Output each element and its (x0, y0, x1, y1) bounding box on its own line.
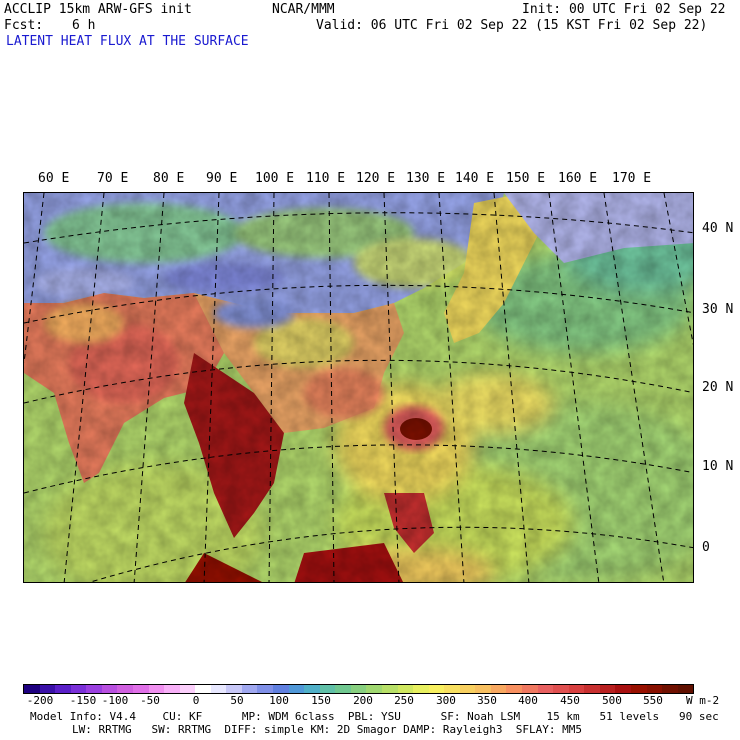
colorbar-tick-label: 0 (192, 694, 200, 707)
colorbar-swatch (630, 685, 647, 693)
colorbar-tick-label: 100 (269, 694, 289, 707)
colorbar-swatch (397, 685, 414, 693)
colorbar-tick-label: 500 (602, 694, 622, 707)
longitude-label: 120 E (356, 171, 396, 186)
forecast-hour: 6 h (72, 18, 96, 33)
colorbar-swatch (273, 685, 289, 693)
colorbar-swatch (599, 685, 616, 693)
colorbar (23, 684, 694, 694)
colorbar-tick-label: 350 (477, 694, 497, 707)
colorbar-swatch (304, 685, 320, 693)
colorbar-swatch (444, 685, 460, 693)
longitude-label: 170 E (612, 171, 652, 186)
latitude-label: 0 (702, 540, 710, 555)
colorbar-swatch (428, 685, 445, 693)
field-title: LATENT HEAT FLUX AT THE SURFACE (6, 34, 249, 49)
colorbar-swatch (288, 685, 305, 693)
colorbar-swatch (39, 685, 56, 693)
colorbar-swatch (662, 685, 678, 693)
colorbar-swatch (506, 685, 522, 693)
colorbar-swatch (164, 685, 180, 693)
colorbar-tick-label: -150 (69, 694, 97, 707)
colorbar-tick-label: -100 (101, 694, 129, 707)
colorbar-tick-label: 550 (643, 694, 663, 707)
model-info-line1: Model Info: V4.4 CU: KF MP: WDM 6class P… (30, 710, 719, 723)
longitude-label: 60 E (38, 171, 70, 186)
latent-heat-flux-map (24, 193, 693, 582)
colorbar-swatch (210, 685, 227, 693)
colorbar-swatch (350, 685, 367, 693)
longitude-label: 110 E (306, 171, 346, 186)
center-label: NCAR/MMM (272, 2, 335, 17)
colorbar-swatch (335, 685, 351, 693)
colorbar-swatch (241, 685, 258, 693)
colorbar-swatch (319, 685, 336, 693)
colorbar-tick-label: -50 (140, 694, 160, 707)
colorbar-tick-label: 300 (436, 694, 456, 707)
colorbar-swatch (148, 685, 165, 693)
init-time: Init: 00 UTC Fri 02 Sep 22 (522, 2, 726, 17)
model-info-line2: LW: RRTMG SW: RRTMG DIFF: simple KM: 2D … (72, 723, 582, 736)
colorbar-swatch (366, 685, 382, 693)
colorbar-swatch (584, 685, 600, 693)
colorbar-swatch (646, 685, 663, 693)
colorbar-swatch (195, 685, 211, 693)
longitude-label: 140 E (455, 171, 495, 186)
longitude-label: 130 E (406, 171, 446, 186)
colorbar-swatch (55, 685, 71, 693)
forecast-label: Fcst: (4, 18, 44, 33)
colorbar-swatch (553, 685, 569, 693)
colorbar-swatch (490, 685, 507, 693)
colorbar-swatch (413, 685, 429, 693)
colorbar-swatch (132, 685, 149, 693)
longitude-label: 90 E (206, 171, 238, 186)
colorbar-swatch (101, 685, 118, 693)
colorbar-swatch (459, 685, 476, 693)
colorbar-swatch (475, 685, 491, 693)
colorbar-tick-label: 200 (353, 694, 373, 707)
latitude-label: 40 N (702, 221, 734, 236)
colorbar-swatch (117, 685, 133, 693)
colorbar-swatch (537, 685, 554, 693)
longitude-label: 100 E (255, 171, 295, 186)
longitude-label: 80 E (153, 171, 185, 186)
run-title: ACCLIP 15km ARW-GFS init (4, 2, 192, 17)
latitude-label: 10 N (702, 459, 734, 474)
colorbar-swatch (615, 685, 631, 693)
colorbar-tick-label: 400 (518, 694, 538, 707)
colorbar-tick-label: 150 (311, 694, 331, 707)
map-panel (23, 192, 694, 583)
colorbar-swatch (677, 685, 694, 693)
colorbar-swatch (522, 685, 538, 693)
longitude-label: 70 E (97, 171, 129, 186)
colorbar-swatch (568, 685, 585, 693)
colorbar-tick-label: 50 (230, 694, 244, 707)
colorbar-swatch (179, 685, 196, 693)
colorbar-tick-label: 450 (560, 694, 580, 707)
valid-time: Valid: 06 UTC Fri 02 Sep 22 (15 KST Fri … (316, 18, 708, 33)
colorbar-tick-label: -200 (26, 694, 54, 707)
colorbar-swatch (257, 685, 273, 693)
colorbar-swatch (226, 685, 242, 693)
longitude-label: 160 E (558, 171, 598, 186)
colorbar-tick-label: 250 (394, 694, 414, 707)
colorbar-swatch (70, 685, 87, 693)
latitude-label: 20 N (702, 380, 734, 395)
colorbar-swatch (381, 685, 398, 693)
longitude-label: 150 E (506, 171, 546, 186)
colorbar-unit: W m-2 (686, 694, 720, 707)
colorbar-swatch (24, 685, 40, 693)
latitude-label: 30 N (702, 302, 734, 317)
colorbar-swatch (86, 685, 102, 693)
